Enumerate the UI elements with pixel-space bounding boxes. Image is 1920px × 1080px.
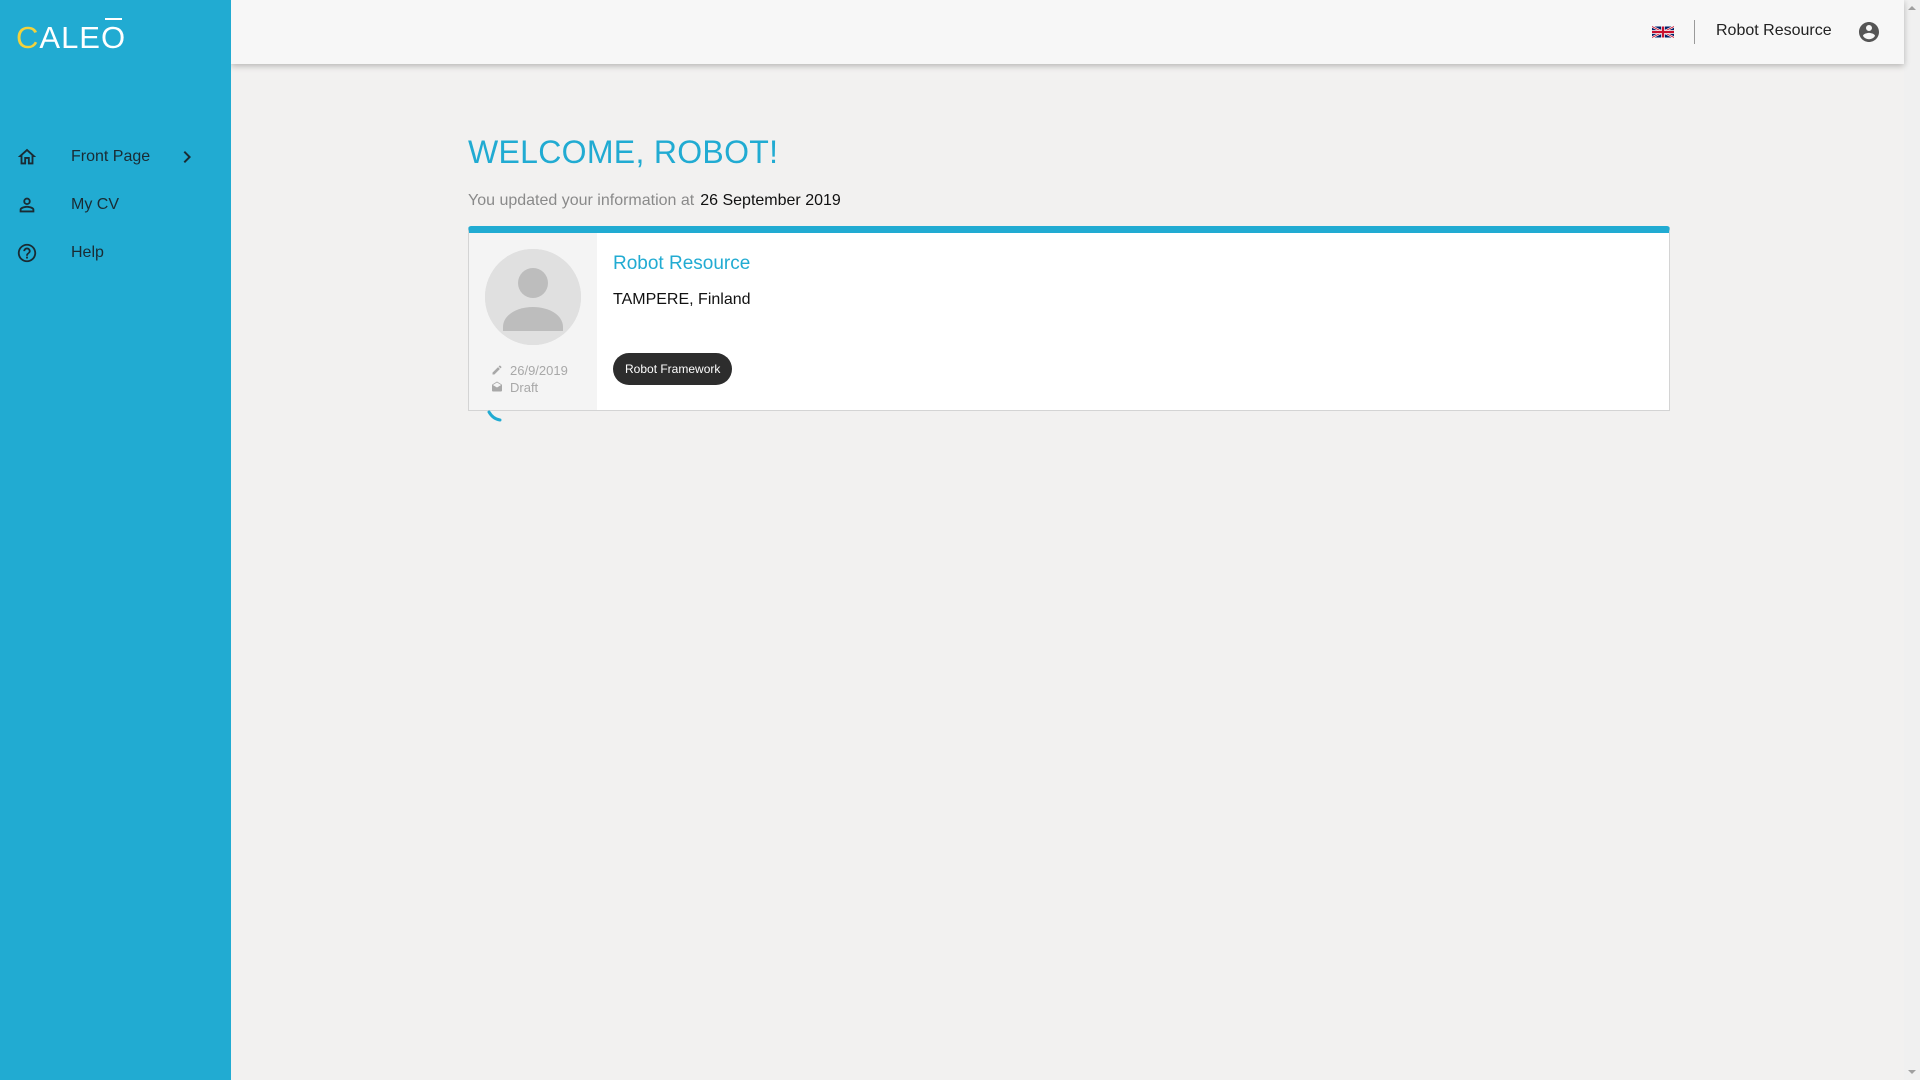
cv-location: TAMPERE, Finland <box>613 291 751 308</box>
chevron-right-icon <box>175 145 199 169</box>
pencil-icon <box>491 364 503 376</box>
logo-letter-o: O <box>101 18 127 55</box>
logo-letter-c: C <box>16 20 40 55</box>
vertical-scrollbar[interactable] <box>1904 0 1920 1080</box>
help-circle-icon <box>16 242 38 264</box>
updated-label: You updated your information at <box>468 192 695 209</box>
sidebar-item-my-cv[interactable]: My CV <box>0 181 231 229</box>
drafts-icon <box>491 381 503 393</box>
sidebar-nav: Front Page My CV Help <box>0 133 231 277</box>
top-header: Robot Resource <box>231 0 1904 64</box>
sidebar-item-label: Help <box>71 244 104 261</box>
updated-date: 26 September 2019 <box>700 192 841 209</box>
sidebar-item-label: My CV <box>71 196 119 213</box>
uk-flag-icon[interactable] <box>1652 26 1674 38</box>
logo-letters: ALE <box>39 20 101 55</box>
person-icon <box>16 194 38 216</box>
sidebar-item-label: Front Page <box>71 148 151 165</box>
sidebar: CALEO Front Page My CV Help <box>0 0 231 1080</box>
sidebar-item-help[interactable]: Help <box>0 229 231 277</box>
edited-date: 26/9/2019 <box>510 363 568 378</box>
scroll-up-arrow-icon[interactable] <box>1908 4 1916 12</box>
loading-spinner-icon <box>487 410 503 422</box>
account-circle-icon[interactable] <box>1857 20 1881 44</box>
header-user-name[interactable]: Robot Resource <box>1716 22 1832 40</box>
header-divider <box>1694 20 1695 44</box>
status-badge: Draft <box>510 380 539 395</box>
cv-name[interactable]: Robot Resource <box>613 253 750 275</box>
sidebar-item-front-page[interactable]: Front Page <box>0 133 231 181</box>
cv-card-sidebar: 26/9/2019 Draft <box>469 233 597 410</box>
page-title: WELCOME, ROBOT! <box>468 134 779 170</box>
app-logo[interactable]: CALEO <box>16 18 127 56</box>
scroll-down-arrow-icon[interactable] <box>1908 1068 1916 1076</box>
cv-card[interactable]: 26/9/2019 Draft Robot Resource TAMPERE, … <box>468 226 1670 411</box>
home-icon <box>16 146 38 168</box>
avatar <box>485 249 581 345</box>
skill-tag[interactable]: Robot Framework <box>613 353 733 385</box>
updated-info: You updated your information at 26 Septem… <box>468 192 841 210</box>
